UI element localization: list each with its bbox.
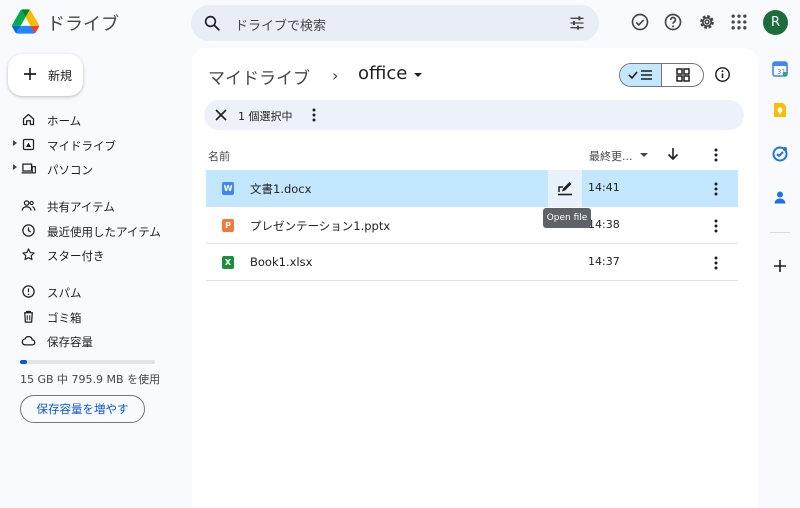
column-options-more-icon[interactable] xyxy=(714,148,718,162)
app-title: ドライブ xyxy=(47,14,119,35)
list-view-icon xyxy=(628,70,652,80)
account-avatar[interactable]: R xyxy=(763,10,788,35)
sidebar-item-label: ゴミ箱 xyxy=(47,311,82,325)
expand-caret-icon[interactable] xyxy=(13,140,17,146)
sidebar-item-my-drive[interactable]: マイドライブ xyxy=(0,134,180,156)
search-input[interactable]: ドライブで検索 xyxy=(235,15,326,34)
main-panel: マイドライブ › office 1 個選択中 名前 最終更... W 文書1.d… xyxy=(192,48,758,508)
sidebar-item-label: 共有アイテム xyxy=(47,200,115,214)
top-bar: ドライブ ドライブで検索 R xyxy=(0,0,800,46)
cloud-icon xyxy=(21,335,36,346)
calendar-icon[interactable]: 31 xyxy=(772,61,788,77)
tasks-icon[interactable] xyxy=(772,146,788,162)
table-row[interactable]: P プレゼンテーション1.pptx 14:38 xyxy=(206,207,738,244)
table-row[interactable]: X Book1.xlsx 14:37 xyxy=(206,244,738,281)
sidebar-item-shared[interactable]: 共有アイテム xyxy=(0,195,180,217)
row-more-actions-icon[interactable] xyxy=(714,182,718,196)
file-modified-time: 14:38 xyxy=(588,218,620,231)
new-button-label: 新規 xyxy=(48,69,73,83)
star-icon xyxy=(22,248,35,261)
selection-more-actions-icon[interactable] xyxy=(312,108,316,122)
search-bar[interactable]: ドライブで検索 xyxy=(191,5,599,41)
selection-count: 1 個選択中 xyxy=(238,110,293,123)
computers-icon xyxy=(21,163,36,174)
sidebar-item-home[interactable]: ホーム xyxy=(0,109,180,131)
clear-selection-close-icon[interactable] xyxy=(215,109,227,121)
sidebar-item-trash[interactable]: ゴミ箱 xyxy=(0,306,180,328)
help-icon[interactable] xyxy=(663,12,683,32)
home-icon xyxy=(22,113,35,126)
open-file-button[interactable] xyxy=(548,170,582,207)
expand-caret-icon[interactable] xyxy=(13,164,17,170)
sidebar-item-spam[interactable]: スパム xyxy=(0,281,180,303)
breadcrumb-separator: › xyxy=(332,66,339,85)
breadcrumb-my-drive[interactable]: マイドライブ xyxy=(208,64,310,89)
sidebar-item-storage[interactable]: 保存容量 xyxy=(0,330,180,352)
modified-dropdown-icon[interactable] xyxy=(640,153,648,157)
sort-direction-arrow-down-icon[interactable] xyxy=(667,147,679,161)
info-icon[interactable] xyxy=(714,66,731,83)
drive-logo-icon[interactable] xyxy=(12,9,39,34)
plus-icon xyxy=(24,68,36,80)
file-modified-time: 14:41 xyxy=(588,181,620,194)
sidebar-item-computers[interactable]: パソコン xyxy=(0,158,180,180)
sidebar-item-label: スター付き xyxy=(47,249,105,263)
sidebar-item-recent[interactable]: 最近使用したアイテム xyxy=(0,220,180,242)
word-file-icon: W xyxy=(222,182,234,195)
column-header-name[interactable]: 名前 xyxy=(208,148,230,164)
list-view-button[interactable] xyxy=(620,64,662,86)
storage-usage-text: 15 GB 中 795.9 MB を使用 xyxy=(20,373,161,386)
row-more-actions-icon[interactable] xyxy=(714,219,718,233)
sidebar-item-starred[interactable]: スター付き xyxy=(0,244,180,266)
contacts-icon[interactable] xyxy=(772,189,788,205)
offline-ready-icon[interactable] xyxy=(630,12,650,32)
folder-dropdown-icon[interactable] xyxy=(414,73,422,77)
apps-grid-icon[interactable] xyxy=(729,12,749,32)
search-options-icon[interactable] xyxy=(569,15,585,31)
excel-file-icon: X xyxy=(222,256,234,269)
get-more-storage-button[interactable]: 保存容量を増やす xyxy=(20,395,145,423)
sidebar-item-label: ホーム xyxy=(47,114,82,128)
powerpoint-file-icon: P xyxy=(222,219,234,232)
sidebar-item-label: 最近使用したアイテム xyxy=(47,225,161,239)
file-list-header: 名前 最終更... xyxy=(206,144,740,166)
spam-icon xyxy=(22,285,35,298)
storage-usage-fill xyxy=(20,360,27,364)
sidebar-item-label: スパム xyxy=(47,286,82,300)
table-row[interactable]: W 文書1.docx 14:41 xyxy=(206,170,738,207)
rail-divider xyxy=(770,232,790,233)
my-drive-icon xyxy=(22,138,35,151)
new-button[interactable]: 新規 xyxy=(8,54,83,96)
search-icon[interactable] xyxy=(203,14,221,32)
settings-gear-icon[interactable] xyxy=(697,12,717,32)
sidebar-item-label: パソコン xyxy=(47,163,93,177)
trash-icon xyxy=(24,310,33,323)
file-name[interactable]: プレゼンテーション1.pptx xyxy=(250,218,390,234)
open-file-edit-icon xyxy=(558,182,572,196)
grid-view-icon xyxy=(676,68,690,82)
shared-icon xyxy=(21,200,36,211)
keep-notes-icon[interactable] xyxy=(772,102,788,118)
selection-toolbar: 1 個選択中 xyxy=(204,100,744,130)
view-toggle[interactable] xyxy=(619,63,704,87)
file-name[interactable]: Book1.xlsx xyxy=(250,255,312,269)
row-more-actions-icon[interactable] xyxy=(714,256,718,270)
sidebar-item-label: マイドライブ xyxy=(47,139,116,153)
open-file-tooltip: Open file xyxy=(543,208,591,228)
column-header-modified[interactable]: 最終更... xyxy=(589,148,633,164)
add-addon-plus-icon[interactable] xyxy=(772,258,788,274)
svg-text:31: 31 xyxy=(777,68,786,76)
file-name[interactable]: 文書1.docx xyxy=(250,181,311,197)
grid-view-button[interactable] xyxy=(662,64,703,86)
sidebar-item-label: 保存容量 xyxy=(47,335,93,349)
breadcrumb-current-folder[interactable]: office xyxy=(358,63,407,84)
recent-icon xyxy=(22,224,35,237)
storage-usage-bar xyxy=(20,360,155,364)
file-modified-time: 14:37 xyxy=(588,255,620,268)
